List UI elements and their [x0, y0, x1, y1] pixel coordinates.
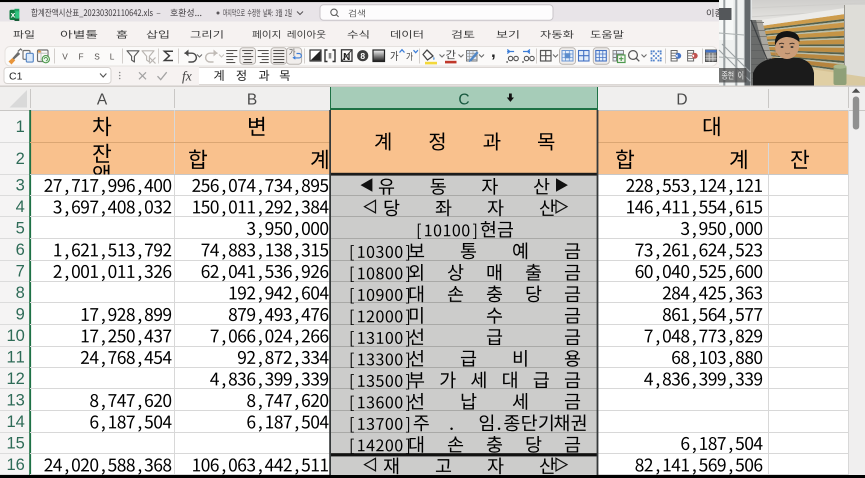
svg-text:,: ,: [491, 42, 496, 61]
svg-text:C1: C1: [9, 71, 23, 83]
svg-text:3: 3: [16, 177, 25, 195]
svg-text:1: 1: [16, 118, 25, 136]
svg-text:7: 7: [16, 263, 25, 281]
svg-text:V: V: [62, 51, 68, 61]
svg-text:8: 8: [360, 51, 365, 61]
svg-text:8: 8: [16, 284, 25, 302]
svg-text:F: F: [78, 51, 83, 61]
svg-text:fx: fx: [182, 69, 192, 84]
svg-text:5: 5: [16, 220, 25, 238]
svg-text:12: 12: [6, 370, 24, 388]
svg-text:11: 11: [6, 349, 24, 367]
svg-text:15: 15: [6, 435, 24, 453]
svg-text:16: 16: [6, 456, 24, 474]
svg-text:D: D: [676, 91, 687, 108]
svg-text:6: 6: [16, 241, 25, 259]
svg-text:14: 14: [6, 413, 24, 431]
svg-text:S: S: [94, 51, 100, 61]
svg-text:L: L: [110, 51, 115, 61]
svg-text:2: 2: [16, 150, 25, 168]
svg-text:C: C: [458, 91, 469, 108]
svg-text:13: 13: [6, 392, 24, 410]
svg-text:9: 9: [16, 306, 25, 324]
svg-text:B: B: [247, 91, 257, 108]
svg-text:10: 10: [6, 327, 24, 345]
svg-text:A: A: [97, 91, 108, 108]
svg-text:4: 4: [16, 198, 25, 216]
svg-text:x: x: [11, 10, 16, 20]
